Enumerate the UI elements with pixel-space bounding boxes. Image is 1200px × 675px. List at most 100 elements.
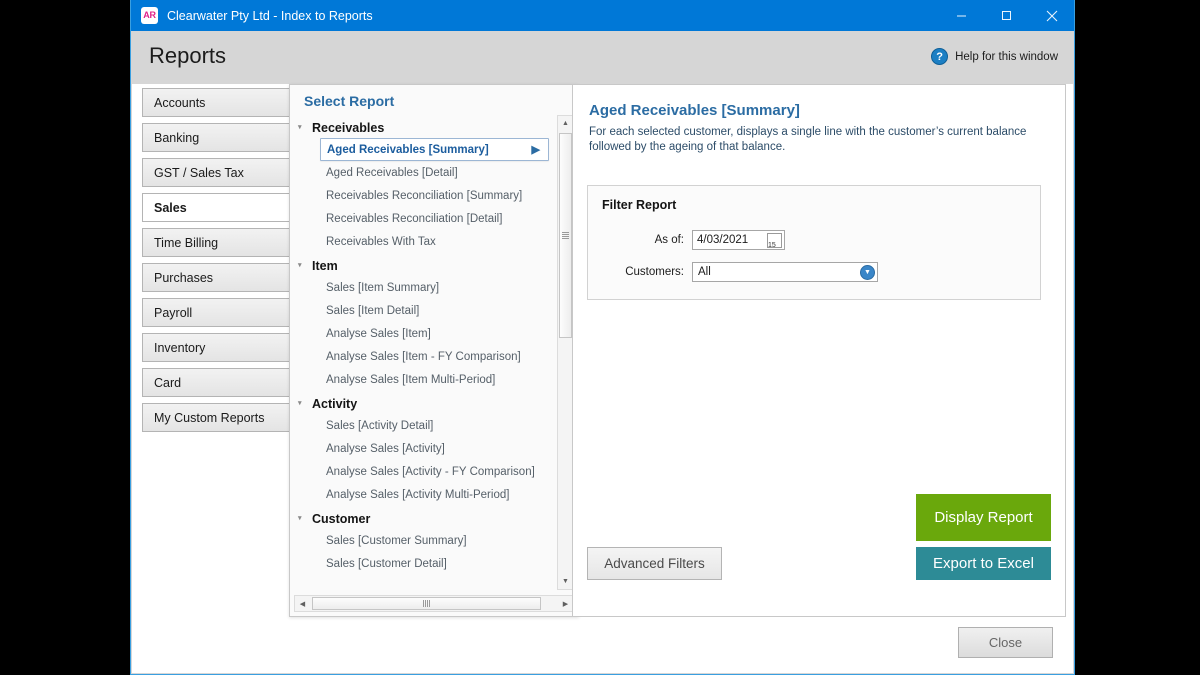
report-list-item[interactable]: Analyse Sales [Activity]	[294, 437, 553, 460]
report-list-item-label: Sales [Customer Summary]	[326, 534, 467, 547]
report-list-item[interactable]: Sales [Customer Detail]	[294, 552, 553, 575]
filter-report-title: Filter Report	[602, 198, 677, 212]
sidebar-item-banking[interactable]: Banking	[142, 123, 292, 152]
sidebar-item-label: My Custom Reports	[154, 410, 265, 425]
scroll-right-icon[interactable]: ▶	[558, 596, 573, 611]
report-list-item-label: Receivables Reconciliation [Detail]	[326, 212, 503, 225]
help-for-this-window[interactable]: ? Help for this window	[931, 48, 1058, 65]
report-list-item-label: Analyse Sales [Activity Multi-Period]	[326, 488, 510, 501]
report-group: ▾ Receivables Aged Receivables [Summary] ▶ A…	[294, 117, 553, 253]
calendar-icon-day: 15	[768, 242, 776, 249]
chevron-down-icon[interactable]: ▼	[860, 265, 875, 280]
report-group-header[interactable]: ▾ Receivables	[294, 117, 553, 138]
report-list-item[interactable]: Analyse Sales [Item Multi-Period]	[294, 368, 553, 391]
sidebar-item-sales[interactable]: Sales	[142, 193, 292, 222]
report-list-item-label: Analyse Sales [Item]	[326, 327, 431, 340]
as-of-date-input[interactable]: 4/03/2021 15	[692, 230, 785, 250]
report-list-item-label: Sales [Item Summary]	[326, 281, 440, 294]
expander-triangle-icon[interactable]: ▾	[298, 515, 308, 522]
vertical-scroll-thumb[interactable]	[559, 133, 572, 338]
report-group: ▾ Item Sales [Item Summary] Sales [Item Det…	[294, 255, 553, 391]
report-list-item[interactable]: Aged Receivables [Detail]	[294, 161, 553, 184]
scroll-grip	[562, 232, 569, 239]
report-list-item[interactable]: Receivables With Tax	[294, 230, 553, 253]
scroll-down-icon[interactable]: ▼	[558, 574, 573, 589]
report-list-item-label: Receivables Reconciliation [Summary]	[326, 189, 523, 202]
sidebar-item-gst-sales-tax[interactable]: GST / Sales Tax	[142, 158, 292, 187]
report-group-header[interactable]: ▾ Item	[294, 255, 553, 276]
sidebar-item-time-billing[interactable]: Time Billing	[142, 228, 292, 257]
window-title: Clearwater Pty Ltd - Index to Reports	[167, 8, 373, 23]
report-list-item-label: Analyse Sales [Item Multi-Period]	[326, 373, 496, 386]
report-list-item[interactable]: Sales [Item Detail]	[294, 299, 553, 322]
sidebar-item-inventory[interactable]: Inventory	[142, 333, 292, 362]
app-icon: AR	[141, 7, 158, 24]
report-list-item[interactable]: Aged Receivables [Summary] ▶	[320, 138, 549, 161]
report-list-item-label: Aged Receivables [Summary]	[327, 143, 489, 156]
report-detail-panel: Aged Receivables [Summary] For each sele…	[572, 84, 1066, 617]
report-list-item[interactable]: Analyse Sales [Item]	[294, 322, 553, 345]
sidebar-item-card[interactable]: Card	[142, 368, 292, 397]
report-group-label: Customer	[312, 511, 371, 526]
report-list-item[interactable]: Sales [Customer Summary]	[294, 529, 553, 552]
scroll-grip	[423, 600, 430, 607]
sidebar-item-accounts[interactable]: Accounts	[142, 88, 292, 117]
application-window: AR Clearwater Pty Ltd - Index to Reports…	[130, 0, 1075, 675]
expander-triangle-icon[interactable]: ▾	[298, 262, 308, 269]
export-to-excel-button[interactable]: Export to Excel	[916, 547, 1051, 580]
close-button[interactable]: Close	[958, 627, 1053, 658]
report-list-item[interactable]: Analyse Sales [Activity - FY Comparison]	[294, 460, 553, 483]
sidebar-item-label: Time Billing	[154, 235, 219, 250]
report-list-item[interactable]: Analyse Sales [Item - FY Comparison]	[294, 345, 553, 368]
select-report-title: Select Report	[304, 93, 395, 109]
report-list-item[interactable]: Analyse Sales [Activity Multi-Period]	[294, 483, 553, 506]
report-list-item[interactable]: Receivables Reconciliation [Detail]	[294, 207, 553, 230]
report-list-item[interactable]: Receivables Reconciliation [Summary]	[294, 184, 553, 207]
sidebar-item-label: Sales	[154, 200, 187, 215]
header-band: Reports ? Help for this window	[131, 31, 1074, 84]
report-group: ▾ Activity Sales [Activity Detail] Analyse …	[294, 393, 553, 506]
report-group-label: Activity	[312, 396, 358, 411]
report-group-header[interactable]: ▾ Activity	[294, 393, 553, 414]
customers-field-row: Customers: All ▼	[602, 262, 878, 282]
report-group: ▾ Customer Sales [Customer Summary] Sales […	[294, 508, 553, 575]
minimize-icon[interactable]	[939, 0, 984, 31]
sidebar-item-label: GST / Sales Tax	[154, 165, 244, 180]
report-list-item-label: Analyse Sales [Item - FY Comparison]	[326, 350, 521, 363]
report-group-header[interactable]: ▾ Customer	[294, 508, 553, 529]
customers-selected-value: All	[698, 266, 711, 278]
report-list[interactable]: ▾ Receivables Aged Receivables [Summary] ▶ A…	[294, 115, 553, 590]
help-icon: ?	[931, 48, 949, 65]
maximize-icon[interactable]	[984, 0, 1029, 31]
scroll-up-icon[interactable]: ▲	[558, 116, 573, 131]
report-list-horizontal-scrollbar[interactable]: ◀ ▶	[294, 595, 574, 612]
as-of-label: As of:	[654, 234, 684, 246]
horizontal-scroll-thumb[interactable]	[312, 597, 541, 610]
sidebar-item-label: Inventory	[154, 340, 206, 355]
sidebar-item-label: Banking	[154, 130, 200, 145]
report-list-item[interactable]: Sales [Item Summary]	[294, 276, 553, 299]
screen: AR Clearwater Pty Ltd - Index to Reports…	[0, 0, 1200, 675]
expander-triangle-icon[interactable]: ▾	[298, 400, 308, 407]
display-report-button[interactable]: Display Report	[916, 494, 1051, 541]
help-label: Help for this window	[955, 50, 1058, 63]
advanced-filters-button[interactable]: Advanced Filters	[587, 547, 722, 580]
customers-label: Customers:	[625, 266, 684, 278]
sidebar-item-label: Accounts	[154, 95, 206, 110]
report-detail-title: Aged Receivables [Summary]	[589, 102, 800, 119]
sidebar-item-label: Card	[154, 375, 182, 390]
close-icon[interactable]	[1029, 0, 1074, 31]
sidebar-item-payroll[interactable]: Payroll	[142, 298, 292, 327]
page-title: Reports	[149, 43, 227, 68]
title-bar: AR Clearwater Pty Ltd - Index to Reports	[131, 0, 1074, 31]
as-of-field-row: As of: 4/03/2021 15	[602, 230, 785, 250]
customers-select[interactable]: All ▼	[692, 262, 878, 282]
calendar-icon[interactable]: 15	[767, 233, 782, 249]
sidebar-item-label: Purchases	[154, 270, 214, 285]
scroll-left-icon[interactable]: ◀	[295, 596, 310, 611]
expander-triangle-icon[interactable]: ▾	[298, 124, 308, 131]
report-list-item[interactable]: Sales [Activity Detail]	[294, 414, 553, 437]
report-list-item-label: Receivables With Tax	[326, 235, 436, 248]
sidebar-item-my-custom-reports[interactable]: My Custom Reports	[142, 403, 292, 432]
sidebar-item-purchases[interactable]: Purchases	[142, 263, 292, 292]
